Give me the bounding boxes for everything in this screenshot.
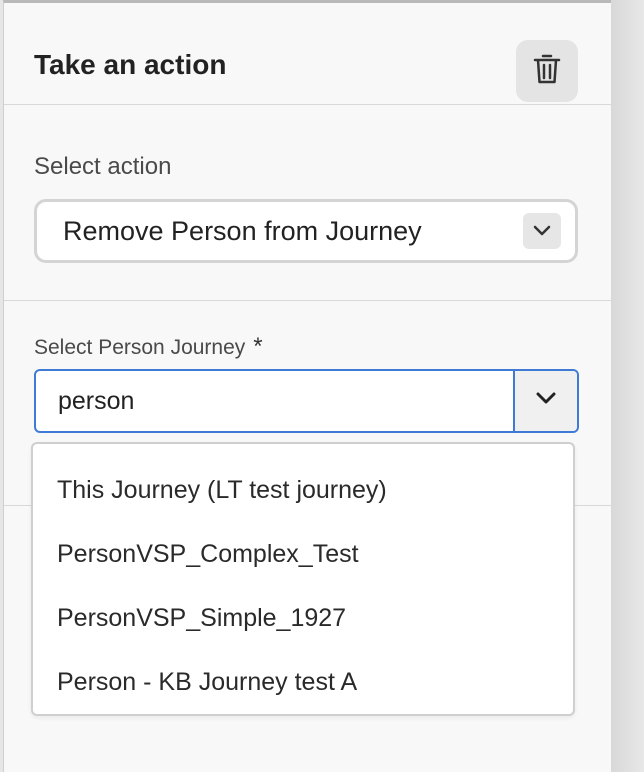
- person-journey-dropdown-button[interactable]: [513, 371, 577, 431]
- person-journey-combobox[interactable]: [34, 369, 579, 433]
- action-select-value: Remove Person from Journey: [63, 215, 422, 246]
- person-journey-search-input[interactable]: [36, 371, 513, 431]
- required-marker: *: [253, 333, 263, 360]
- chevron-down-icon: [523, 213, 561, 249]
- select-person-journey-label-text: Select Person Journey: [34, 336, 246, 359]
- chevron-down-icon: [536, 392, 556, 410]
- header-divider: [4, 104, 612, 105]
- delete-button[interactable]: [516, 40, 578, 102]
- panel-title: Take an action: [34, 49, 227, 80]
- select-person-journey-label: Select Person Journey *: [34, 333, 263, 361]
- select-action-label: Select action: [34, 153, 172, 180]
- dropdown-option[interactable]: PersonVSP_Complex_Test: [33, 522, 573, 586]
- section-divider: [4, 300, 612, 301]
- background-edge: [611, 0, 644, 772]
- action-select[interactable]: Remove Person from Journey: [34, 199, 578, 263]
- person-journey-dropdown-menu: This Journey (LT test journey) PersonVSP…: [31, 442, 575, 716]
- dropdown-option[interactable]: Person - KB Journey test A: [33, 650, 573, 714]
- trash-icon: [532, 53, 562, 90]
- dropdown-option[interactable]: This Journey (LT test journey): [33, 458, 573, 522]
- dropdown-option[interactable]: PersonVSP_Simple_1927: [33, 586, 573, 650]
